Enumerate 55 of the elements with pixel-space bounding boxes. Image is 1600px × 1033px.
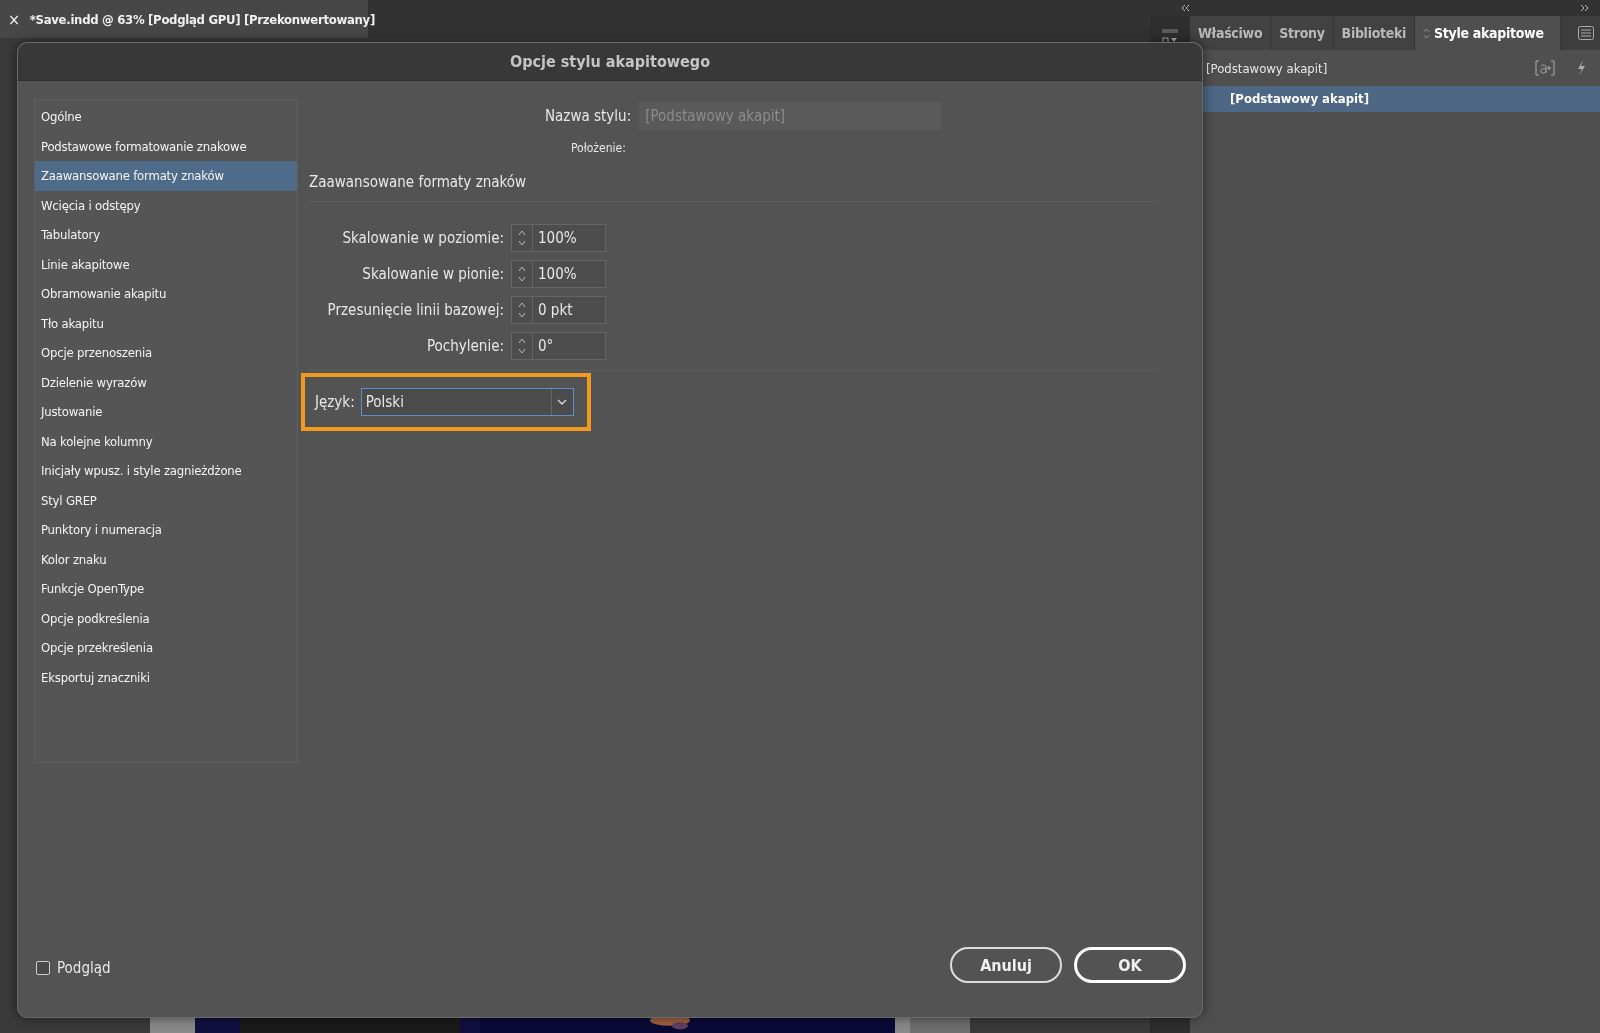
panel-tab[interactable]: Biblioteki: [1333, 16, 1416, 50]
category-item[interactable]: Wcięcia i odstępy: [35, 190, 297, 220]
category-item[interactable]: Na kolejne kolumny: [35, 426, 297, 456]
panel-tab[interactable]: Style akapitowe: [1415, 16, 1561, 50]
expand-icon[interactable]: [1580, 4, 1590, 12]
position-label: Położenie:: [571, 141, 626, 155]
category-item[interactable]: Styl GREP: [35, 485, 297, 515]
category-item[interactable]: Tabulatory: [35, 220, 297, 250]
stepper-icon[interactable]: [517, 336, 527, 356]
new-style-icon[interactable]: [1534, 59, 1556, 77]
current-style-label: [Podstawowy akapit]: [1206, 60, 1328, 76]
category-item[interactable]: Ogólne: [35, 102, 297, 132]
close-icon[interactable]: ×: [8, 9, 20, 29]
category-item[interactable]: Obramowanie akapitu: [35, 279, 297, 309]
field-label: Skalowanie w poziomie:: [342, 229, 504, 247]
panel-tab[interactable]: Strony: [1271, 16, 1334, 50]
category-item[interactable]: Funkcje OpenType: [35, 574, 297, 604]
category-item[interactable]: Zaawansowane formaty znaków: [35, 161, 297, 191]
caret-icon: [557, 399, 568, 405]
field-label: Skalowanie w pionie:: [362, 265, 504, 283]
style-name-label: Nazwa stylu:: [545, 107, 632, 125]
language-dropdown[interactable]: Polski: [360, 388, 574, 416]
stepper-icon[interactable]: [517, 228, 527, 248]
category-item[interactable]: Inicjały wpusz. i style zagnieżdżone: [35, 456, 297, 486]
category-item[interactable]: Podstawowe formatowanie znakowe: [35, 131, 297, 161]
document-title: *Save.indd @ 63% [Podgląd GPU] [Przekonwertowany]: [29, 11, 375, 27]
preview-label: Podgląd: [57, 959, 111, 977]
preview-checkbox[interactable]: [36, 961, 50, 975]
category-item[interactable]: Justowanie: [35, 397, 297, 427]
panel-tab[interactable]: Właściwo: [1190, 16, 1272, 50]
category-item[interactable]: Opcje przenoszenia: [35, 338, 297, 368]
category-item[interactable]: Opcje podkreślenia: [35, 603, 297, 633]
collapse-icon[interactable]: [1180, 4, 1190, 12]
category-item[interactable]: Kolor znaku: [35, 544, 297, 574]
stepper-field[interactable]: 100%: [511, 260, 606, 288]
category-item[interactable]: Tło akapitu: [35, 308, 297, 338]
stepper-field[interactable]: 100%: [511, 224, 606, 252]
category-item[interactable]: Punktory i numeracja: [35, 515, 297, 545]
language-label: Język:: [315, 393, 355, 411]
category-item[interactable]: Eksportuj znaczniki: [35, 662, 297, 692]
field-label: Pochylenie:: [426, 337, 504, 355]
field-label: Przesunięcie linii bazowej:: [327, 301, 504, 319]
category-item[interactable]: Opcje przekreślenia: [35, 633, 297, 663]
stepper-icon[interactable]: [517, 300, 527, 320]
sort-icon: [1423, 27, 1431, 39]
cancel-button[interactable]: Anuluj: [950, 947, 1062, 983]
ok-button[interactable]: OK: [1074, 947, 1186, 983]
panel-icon[interactable]: [1160, 28, 1180, 44]
category-item[interactable]: Linie akapitowe: [35, 249, 297, 279]
dialog-title: Opcje stylu akapitowego: [509, 52, 711, 71]
section-title: Zaawansowane formaty znaków: [309, 173, 527, 191]
stepper-field[interactable]: 0 pkt: [511, 296, 606, 324]
category-item[interactable]: Dzielenie wyrazów: [35, 367, 297, 397]
stepper-field[interactable]: 0°: [511, 332, 606, 360]
stepper-icon[interactable]: [517, 264, 527, 284]
